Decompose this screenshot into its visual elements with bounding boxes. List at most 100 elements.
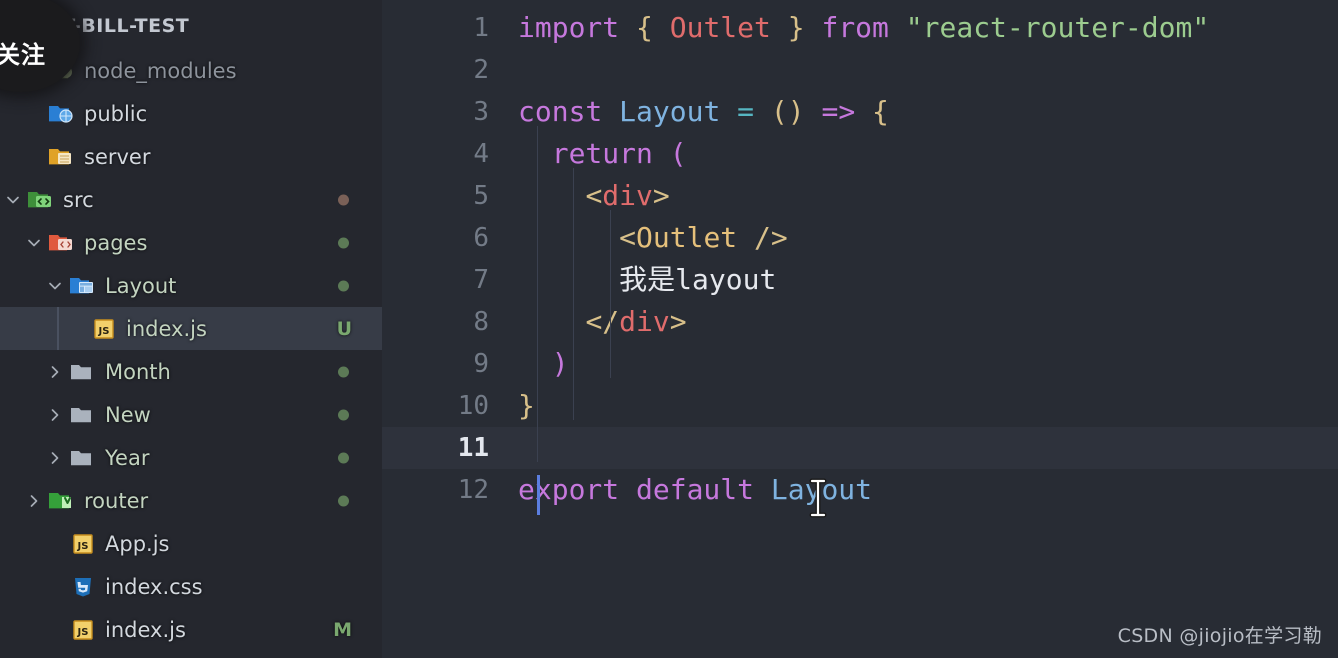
line-number: 12 bbox=[457, 475, 489, 505]
code-line-2[interactable]: 2 bbox=[382, 49, 1338, 91]
code-line-1[interactable]: 1 import { Outlet } from "react-router-do… bbox=[382, 7, 1338, 49]
code-line-11[interactable]: 11 bbox=[382, 427, 1338, 469]
svg-text:JS: JS bbox=[98, 326, 110, 337]
code-editor[interactable]: 1 import { Outlet } from "react-router-do… bbox=[382, 0, 1338, 658]
code-token: => bbox=[804, 95, 873, 128]
tree-twisty-spacer bbox=[42, 608, 68, 651]
code-line-text: return ( bbox=[518, 133, 687, 175]
folder-server-icon bbox=[47, 135, 77, 178]
code-lines[interactable]: 1 import { Outlet } from "react-router-do… bbox=[382, 0, 1338, 658]
code-line-text: <div> bbox=[518, 175, 670, 217]
git-change-dot bbox=[338, 280, 349, 291]
tree-item-label: src bbox=[63, 187, 94, 212]
code-token: Outlet bbox=[669, 11, 771, 44]
git-change-dot bbox=[338, 409, 349, 420]
svg-text:JS: JS bbox=[77, 541, 89, 552]
chevron-right-icon[interactable] bbox=[21, 479, 47, 522]
folder-router-icon bbox=[47, 479, 77, 522]
chevron-right-icon[interactable] bbox=[42, 350, 68, 393]
tree-row-year[interactable]: Year bbox=[0, 436, 382, 479]
code-token: < bbox=[619, 221, 637, 254]
code-line-6[interactable]: 6 <Outlet /> bbox=[382, 217, 1338, 259]
tree-row-index-js[interactable]: JS index.js M bbox=[0, 608, 382, 651]
chevron-down-icon[interactable] bbox=[42, 264, 68, 307]
folder-pages-icon bbox=[47, 221, 77, 264]
code-token: </ bbox=[585, 305, 620, 338]
folder-generic-icon bbox=[68, 350, 98, 393]
code-token: > bbox=[652, 179, 670, 212]
code-token: const bbox=[518, 95, 620, 128]
line-number: 7 bbox=[473, 265, 489, 295]
line-number: 5 bbox=[473, 181, 489, 211]
svg-text:JS: JS bbox=[77, 627, 89, 638]
code-line-text: </div> bbox=[518, 301, 686, 343]
code-line-5[interactable]: 5 <div> bbox=[382, 175, 1338, 217]
chevron-down-icon[interactable] bbox=[21, 221, 47, 264]
code-token: { bbox=[636, 11, 670, 44]
tree-item-label: pages bbox=[84, 230, 148, 255]
tree-row-new[interactable]: New bbox=[0, 393, 382, 436]
file-js-icon: JS bbox=[68, 522, 98, 565]
tree-item-label: router bbox=[84, 488, 149, 513]
code-token: import bbox=[518, 11, 637, 44]
folder-public-icon bbox=[47, 92, 77, 135]
code-token: ( bbox=[669, 137, 687, 170]
git-change-dot bbox=[338, 366, 349, 377]
tree-row-index-js[interactable]: JS index.js U bbox=[0, 307, 382, 350]
line-number: 9 bbox=[473, 349, 489, 379]
code-line-7[interactable]: 7 我是layout bbox=[382, 259, 1338, 301]
chevron-right-icon[interactable] bbox=[42, 393, 68, 436]
code-token: div bbox=[602, 179, 653, 212]
tree-row-month[interactable]: Month bbox=[0, 350, 382, 393]
code-line-4[interactable]: 4 return ( bbox=[382, 133, 1338, 175]
tree-item-label: New bbox=[105, 402, 151, 427]
tree-item-label: public bbox=[84, 101, 148, 126]
vscode-window: REACT-BILL-TEST node_modules public server… bbox=[0, 0, 1338, 658]
tree-row-app-js[interactable]: JS App.js bbox=[0, 522, 382, 565]
explorer-sidebar: REACT-BILL-TEST node_modules public server… bbox=[0, 0, 382, 658]
line-number: 3 bbox=[473, 97, 489, 127]
tree-item-label: Year bbox=[105, 445, 150, 470]
chevron-right-icon[interactable] bbox=[42, 436, 68, 479]
code-token: ) bbox=[551, 347, 569, 380]
csdn-watermark: CSDN @jiojio在学习勒 bbox=[1117, 625, 1322, 647]
tree-row-public[interactable]: public bbox=[0, 92, 382, 135]
code-line-9[interactable]: 9 ) bbox=[382, 343, 1338, 385]
file-css-icon bbox=[68, 565, 98, 608]
code-token: < bbox=[585, 179, 603, 212]
folder-src-icon bbox=[26, 178, 56, 221]
tree-item-label: App.js bbox=[105, 531, 170, 556]
tree-twisty-spacer bbox=[21, 92, 47, 135]
tree-row-index-css[interactable]: index.css bbox=[0, 565, 382, 608]
tree-row-layout[interactable]: Layout bbox=[0, 264, 382, 307]
file-tree[interactable]: node_modules public server src pages Layout JS… bbox=[0, 49, 382, 651]
code-line-text: import { Outlet } from "react-router-dom… bbox=[518, 7, 1209, 49]
git-status-badge: M bbox=[333, 618, 352, 641]
tree-item-label: server bbox=[84, 144, 151, 169]
tree-row-src[interactable]: src bbox=[0, 178, 382, 221]
code-line-12[interactable]: 12 export default Layout bbox=[382, 469, 1338, 511]
chevron-down-icon[interactable] bbox=[0, 178, 26, 221]
tree-row-server[interactable]: server bbox=[0, 135, 382, 178]
code-line-8[interactable]: 8 </div> bbox=[382, 301, 1338, 343]
file-js-icon: JS bbox=[89, 307, 119, 350]
code-line-3[interactable]: 3 const Layout = () => { bbox=[382, 91, 1338, 133]
line-number: 10 bbox=[457, 391, 489, 421]
line-number: 11 bbox=[457, 433, 489, 463]
tree-row-router[interactable]: router bbox=[0, 479, 382, 522]
code-token: Layout bbox=[619, 95, 721, 128]
tree-twisty-spacer bbox=[42, 522, 68, 565]
tree-twisty-spacer bbox=[63, 307, 89, 350]
tree-row-pages[interactable]: pages bbox=[0, 221, 382, 264]
code-token: Outlet bbox=[636, 221, 738, 254]
folder-layout-icon bbox=[68, 264, 98, 307]
code-line-10[interactable]: 10} bbox=[382, 385, 1338, 427]
code-line-text: const Layout = () => { bbox=[518, 91, 889, 133]
